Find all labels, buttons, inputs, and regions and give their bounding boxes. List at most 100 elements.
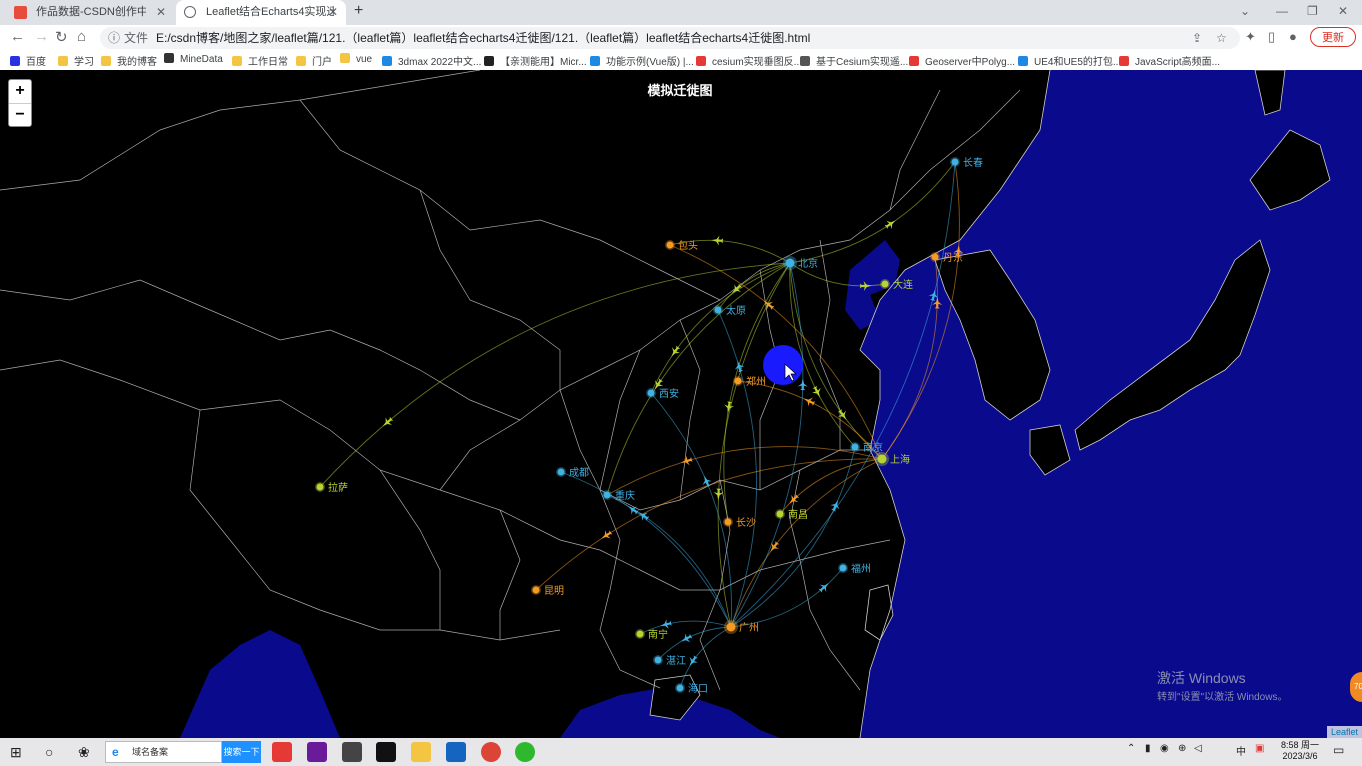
bookmark-item[interactable]: 我的博客 xyxy=(101,53,157,68)
city-marker[interactable]: 南宁 xyxy=(635,628,668,641)
plane-icon xyxy=(763,300,775,310)
city-marker[interactable]: 大连 xyxy=(880,278,913,291)
bookmark-item[interactable]: 工作日常 xyxy=(232,53,288,68)
info-icon[interactable]: ⓘ xyxy=(108,27,120,49)
bookmark-item[interactable]: 功能示例(Vue版) |... xyxy=(590,53,694,68)
reload-icon[interactable]: ↻ xyxy=(55,28,68,46)
task-view-icon[interactable]: ❀ xyxy=(78,742,90,762)
usb-icon[interactable]: ▮ xyxy=(1145,743,1151,754)
windows-start-icon[interactable]: ⊞ xyxy=(10,742,22,762)
bookmark-icon xyxy=(1119,56,1129,66)
app-tray-icon[interactable]: ◉ xyxy=(1160,743,1169,754)
terminal-icon[interactable] xyxy=(376,742,396,762)
route-line xyxy=(717,262,791,628)
route-line xyxy=(789,161,956,264)
app-red-icon[interactable] xyxy=(272,742,292,762)
tray-chevron-icon[interactable]: ⌃ xyxy=(1127,743,1135,754)
city-marker[interactable]: 拉萨 xyxy=(315,481,348,494)
tab-csdn[interactable]: 作品数据-CSDN创作中心 ✕ xyxy=(6,0,174,25)
system-clock[interactable]: 8:58 周一 2023/3/6 xyxy=(1278,740,1322,762)
city-marker[interactable]: 南昌 xyxy=(775,508,808,521)
migration-map[interactable]: 长春 北京 丹东 大连 包头 太原 郑州 西安 南京 上海 成都 重庆 拉萨 长沙 南昌 福州 昆明 广州 南宁 湛江… xyxy=(0,70,1362,738)
tray-app-icon[interactable]: ▣ xyxy=(1255,743,1264,754)
extensions-icon[interactable]: ✦ xyxy=(1245,29,1256,45)
activate-windows-hint: 转到"设置"以激活 Windows。 xyxy=(1157,692,1288,703)
city-dot xyxy=(734,377,742,385)
network-icon[interactable]: ⊕ xyxy=(1178,743,1186,754)
city-marker[interactable]: 成都 xyxy=(556,467,589,479)
restore-icon[interactable]: ❐ xyxy=(1307,0,1318,25)
city-marker[interactable]: 广州 xyxy=(724,620,759,634)
bookmark-icon xyxy=(232,56,242,66)
city-marker[interactable]: 福州 xyxy=(838,562,871,575)
bookmark-item[interactable]: Geoserver中Polyg... xyxy=(909,53,1015,68)
chrome-icon[interactable] xyxy=(481,742,501,762)
bookmark-item[interactable]: 门户 xyxy=(296,53,332,68)
star-icon[interactable]: ☆ xyxy=(1216,27,1227,49)
volume-icon[interactable]: ◁ xyxy=(1194,743,1202,754)
back-icon[interactable]: ← xyxy=(10,28,25,45)
city-marker[interactable]: 上海 xyxy=(875,452,910,466)
file-explorer-icon[interactable] xyxy=(411,742,431,762)
city-label: 南京 xyxy=(863,441,883,454)
wechat-icon[interactable] xyxy=(515,742,535,762)
city-marker[interactable]: 湛江 xyxy=(653,655,686,667)
new-tab-button[interactable]: + xyxy=(354,2,363,20)
taskbar-search-button[interactable]: 搜索一下 xyxy=(222,741,261,763)
city-marker[interactable]: 昆明 xyxy=(531,585,564,597)
plane-icon xyxy=(803,397,816,407)
bookmark-item[interactable]: 基于Cesium实现遥... xyxy=(800,53,908,68)
bookmark-item[interactable]: cesium实现垂图反... xyxy=(696,53,802,68)
city-marker[interactable]: 重庆 xyxy=(602,489,635,502)
bookmark-item[interactable]: 【亲测能用】Micr... xyxy=(484,53,587,68)
city-marker[interactable]: 包头 xyxy=(665,239,698,252)
hover-highlight-circle xyxy=(763,345,803,385)
zoom-in-button[interactable]: + xyxy=(9,80,31,104)
bookmark-item[interactable]: JavaScript高频面... xyxy=(1119,53,1220,68)
bookmark-icon xyxy=(101,56,111,66)
zoom-out-button[interactable]: − xyxy=(9,104,31,127)
cortana-icon[interactable]: ○ xyxy=(45,742,53,762)
notification-icon[interactable]: ▭ xyxy=(1333,743,1344,757)
url-text[interactable]: E:/csdn博客/地图之家/leaflet篇/121.（leaflet篇）le… xyxy=(156,27,810,49)
address-bar[interactable]: ⓘ 文件 E:/csdn博客/地图之家/leaflet篇/121.（leafle… xyxy=(100,27,1240,49)
close-tab-icon[interactable]: ✕ xyxy=(156,0,166,25)
chevron-down-icon[interactable]: ⌄ xyxy=(1240,0,1250,25)
city-marker[interactable]: 北京 xyxy=(783,256,818,270)
ime-language[interactable]: 中 xyxy=(1236,743,1246,758)
bookmark-item[interactable]: vue xyxy=(340,53,372,65)
city-marker[interactable]: 长沙 xyxy=(723,517,756,529)
bookmark-item[interactable]: 百度 xyxy=(10,53,46,68)
bookmark-item[interactable]: 3dmax 2022中文... xyxy=(382,53,481,68)
update-button[interactable]: 更新 xyxy=(1310,27,1356,47)
city-dot xyxy=(647,389,655,397)
side-float-badge[interactable]: 70 xyxy=(1350,672,1362,702)
close-tab-icon[interactable]: ✕ xyxy=(328,0,338,25)
sidepanel-icon[interactable]: ▯ xyxy=(1268,29,1275,45)
bookmark-label: UE4和UE5的打包... xyxy=(1034,57,1122,68)
bookmark-icon xyxy=(382,56,392,66)
taskbar-search-input[interactable]: e 域名备案 xyxy=(105,741,222,763)
app-ghost-icon[interactable] xyxy=(342,742,362,762)
leaflet-attribution[interactable]: Leaflet xyxy=(1326,726,1362,738)
app-m-icon[interactable] xyxy=(446,742,466,762)
bookmark-icon xyxy=(484,56,494,66)
forward-icon[interactable]: → xyxy=(34,28,49,45)
app-jetbrains-icon[interactable] xyxy=(307,742,327,762)
home-icon[interactable]: ⌂ xyxy=(77,28,86,45)
bookmark-item[interactable]: MineData xyxy=(164,53,223,65)
avatar[interactable]: ● xyxy=(1289,29,1297,44)
bookmark-icon xyxy=(1018,56,1028,66)
bookmark-item[interactable]: UE4和UE5的打包... xyxy=(1018,53,1121,68)
close-window-icon[interactable]: ✕ xyxy=(1338,0,1348,25)
tab-leaflet[interactable]: Leaflet结合Echarts4实现迁徙图 ✕ xyxy=(176,0,346,25)
share-icon[interactable]: ⇪ xyxy=(1192,27,1202,49)
city-marker[interactable]: 南京 xyxy=(850,441,883,454)
city-dot xyxy=(877,454,887,464)
city-marker[interactable]: 郑州 xyxy=(733,375,766,388)
minimize-icon[interactable]: — xyxy=(1276,0,1288,25)
sea-southwest xyxy=(180,630,340,738)
city-marker[interactable]: 西安 xyxy=(646,387,679,400)
map-canvas[interactable]: 长春北京 丹东大连 包头太原郑州西安南京上海成都重庆 拉萨长沙 南昌福州昆明广州南宁湛江… xyxy=(0,70,1362,738)
bookmark-item[interactable]: 学习 xyxy=(58,53,94,68)
